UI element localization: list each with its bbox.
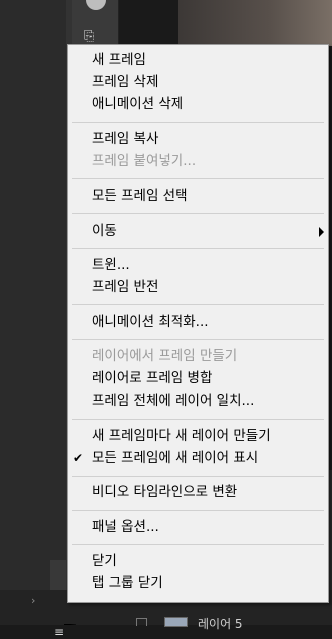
menu-separator <box>72 213 324 214</box>
submenu-arrow-icon <box>319 227 324 237</box>
menu-item-select-all-frames[interactable]: 모든 프레임 선택 <box>68 186 328 207</box>
layer-thumbnail <box>164 617 188 627</box>
menu-item-delete-animation[interactable]: 애니메이션 삭제 <box>68 94 328 115</box>
menu-separator <box>72 476 324 477</box>
menu-separator <box>72 544 324 545</box>
menu-separator <box>72 122 324 123</box>
menu-item-convert-to-video-timeline[interactable]: 비디오 타임라인으로 변환 <box>68 482 328 503</box>
menu-separator <box>72 510 324 511</box>
menu-item-copy-frame[interactable]: 프레임 복사 <box>68 129 328 150</box>
layer-name: 레이어 5 <box>198 617 243 631</box>
menu-separator <box>72 304 324 305</box>
menu-separator <box>72 339 324 340</box>
menu-item-tween[interactable]: 트윈... <box>68 255 328 276</box>
menu-item-close[interactable]: 닫기 <box>68 551 328 572</box>
menu-item-paste-frames[interactable]: 프레임 붙여넣기... <box>68 151 328 172</box>
menu-item-flatten-frames-into-layers[interactable]: 레이어로 프레임 병합 <box>68 368 328 389</box>
menu-item-go-to[interactable]: 이동 <box>68 221 328 242</box>
frames-panel <box>0 0 70 590</box>
canvas-thumbnail <box>178 0 332 46</box>
menu-item-optimize-animation[interactable]: 애니메이션 최적화... <box>68 312 328 333</box>
menu-item-reverse-frames[interactable]: 프레임 반전 <box>68 277 328 298</box>
menu-item-make-frames-from-layers[interactable]: 레이어에서 프레임 만들기 <box>68 346 328 367</box>
menu-item-panel-options[interactable]: 패널 옵션... <box>68 517 328 538</box>
menu-item-match-layer-across-frames[interactable]: 프레임 전체에 레이어 일치... <box>68 391 328 412</box>
menu-item-new-frame[interactable]: 새 프레임 <box>68 50 328 71</box>
menu-item-new-layers-visible-all-frames[interactable]: ✔ 모든 프레임에 새 레이어 표시 <box>68 448 328 469</box>
menu-item-close-tab-group[interactable]: 탭 그룹 닫기 <box>68 573 328 594</box>
checkmark-icon: ✔ <box>73 451 84 465</box>
menu-separator <box>72 178 324 179</box>
scroll-right-arrow-icon[interactable]: › <box>31 594 35 607</box>
duplicate-frame-icon[interactable]: ⎘ <box>84 30 94 43</box>
menu-separator <box>72 419 324 420</box>
panel-menu-icon[interactable]: ≡ <box>54 626 64 638</box>
menu-item-delete-frame[interactable]: 프레임 삭제 <box>68 72 328 93</box>
scrollbar-thumb[interactable] <box>50 560 66 590</box>
menu-separator <box>72 248 324 249</box>
frames-panel-flyout-menu: 새 프레임 프레임 삭제 애니메이션 삭제 프레임 복사 프레임 붙여넣기...… <box>67 44 329 603</box>
menu-item-create-new-layer-each-frame[interactable]: 새 프레임마다 새 레이어 만들기 <box>68 426 328 447</box>
